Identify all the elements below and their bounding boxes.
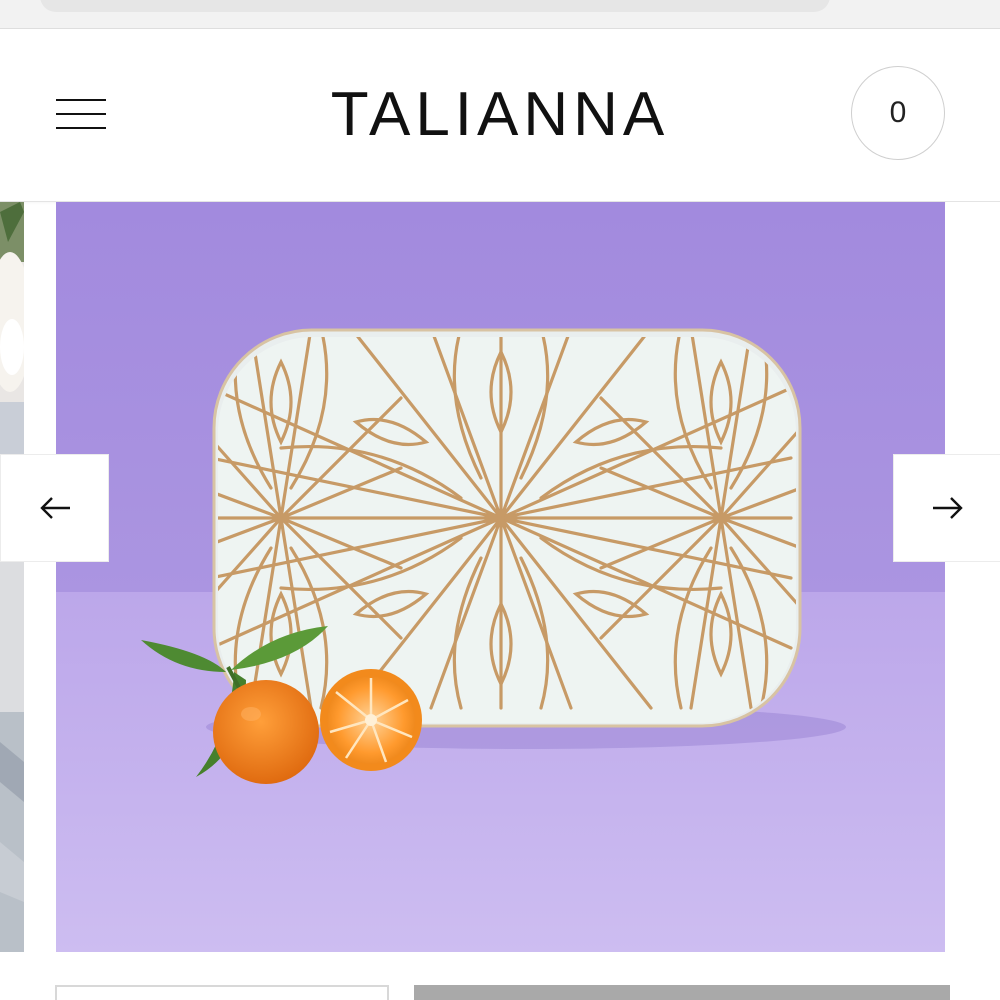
secondary-button[interactable] [55, 985, 389, 1000]
browser-toolbar [0, 0, 1000, 29]
menu-button[interactable] [56, 99, 106, 131]
hamburger-menu-icon [56, 99, 106, 101]
page: TALIANNA 0 [0, 0, 1000, 1000]
brand-logo[interactable]: TALIANNA [250, 75, 750, 155]
cart-count: 0 [889, 96, 907, 129]
product-image [56, 202, 945, 952]
previous-slide-button[interactable] [0, 454, 109, 562]
hamburger-menu-icon-line [56, 113, 106, 115]
cart-button[interactable]: 0 [851, 66, 945, 160]
next-slide-button[interactable] [893, 454, 1000, 562]
below-carousel-area [0, 952, 1000, 1000]
previous-slide-peek[interactable] [0, 202, 24, 952]
previous-slide-image [0, 202, 24, 952]
next-slide-peek[interactable] [946, 202, 1000, 952]
hamburger-menu-icon-line [56, 127, 106, 129]
site-header: TALIANNA 0 [0, 29, 1000, 202]
address-bar[interactable] [40, 0, 830, 12]
arrow-left-icon [39, 497, 70, 519]
arrow-right-icon [932, 497, 963, 519]
mandarin-half [320, 669, 422, 771]
primary-button[interactable] [414, 985, 950, 1000]
product-image-carousel [0, 202, 1000, 952]
